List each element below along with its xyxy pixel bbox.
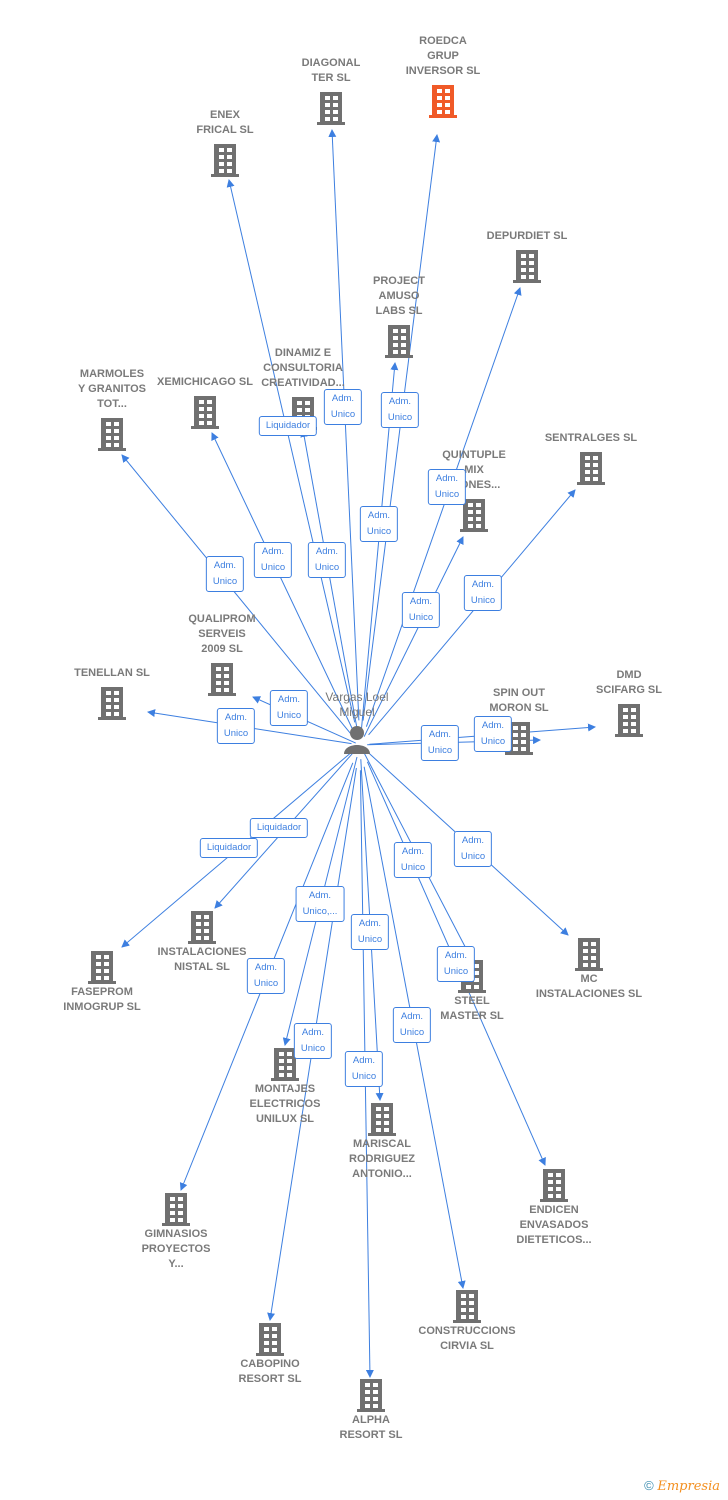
building-icon bbox=[467, 248, 587, 284]
relation-label: Adm. Unico bbox=[463, 575, 503, 611]
relation-label: Adm. Unico bbox=[344, 1051, 384, 1087]
relation-label: Liquidador bbox=[199, 838, 259, 858]
relation-label: Adm. Unico,... bbox=[295, 886, 345, 922]
relation-label: Adm. Unico bbox=[401, 592, 441, 628]
brand-logo: Empresia bbox=[657, 1479, 720, 1494]
relation-label: Adm. Unico bbox=[473, 716, 513, 752]
company-node[interactable]: DMD SCIFARG SL bbox=[569, 668, 689, 738]
building-icon bbox=[142, 909, 262, 945]
company-node[interactable]: ENEX FRICAL SL bbox=[165, 108, 285, 178]
relation-label: Adm. Unico bbox=[380, 392, 420, 428]
company-node[interactable]: ALPHA RESORT SL bbox=[311, 1373, 431, 1443]
building-icon bbox=[271, 90, 391, 126]
company-name: TENELLAN SL bbox=[74, 667, 150, 679]
center-person-node[interactable]: Vargas Loel Miguel bbox=[297, 690, 417, 754]
person-name: Vargas Loel Miguel bbox=[325, 690, 389, 719]
relation-label: Adm. Unico bbox=[216, 708, 256, 744]
company-name: ROEDCA GRUP INVERSOR SL bbox=[405, 35, 481, 77]
copyright-symbol: © bbox=[644, 1478, 654, 1493]
company-node[interactable]: DIAGONAL TER SL bbox=[271, 56, 391, 126]
relation-label: Adm. Unico bbox=[293, 1023, 333, 1059]
building-icon bbox=[52, 416, 172, 452]
building-icon bbox=[311, 1377, 431, 1413]
company-node[interactable]: QUALIPROM SERVEIS 2009 SL bbox=[162, 612, 282, 697]
building-icon bbox=[407, 1288, 527, 1324]
company-node[interactable]: DEPURDIET SL bbox=[467, 229, 587, 284]
relation-label: Adm. Unico bbox=[205, 556, 245, 592]
building-icon bbox=[210, 1321, 330, 1357]
building-icon bbox=[383, 83, 503, 119]
company-name: DIAGONAL TER SL bbox=[301, 57, 361, 84]
company-name: SPIN OUT MORON SL bbox=[489, 687, 549, 714]
company-name: ENEX FRICAL SL bbox=[196, 109, 254, 136]
relation-label: Adm. Unico bbox=[427, 469, 467, 505]
company-name: PROJECT AMUSO LABS SL bbox=[373, 275, 425, 317]
company-name: SENTRALGES SL bbox=[544, 432, 638, 444]
building-icon bbox=[531, 450, 651, 486]
relation-label: Liquidador bbox=[258, 416, 318, 436]
company-node[interactable]: MC INSTALACIONES SL bbox=[529, 932, 649, 1002]
relation-label: Adm. Unico bbox=[253, 542, 293, 578]
footer-brand: © Empresia bbox=[644, 1478, 720, 1494]
company-node[interactable]: TENELLAN SL bbox=[52, 666, 172, 721]
relation-label: Adm. Unico bbox=[420, 725, 460, 761]
building-icon bbox=[494, 1167, 614, 1203]
relation-label: Adm. Unico bbox=[350, 914, 390, 950]
company-name: DEPURDIET SL bbox=[486, 230, 568, 242]
relation-label: Adm. Unico bbox=[436, 946, 476, 982]
company-name: ENDICEN ENVASADOS DIETETICOS... bbox=[516, 1204, 592, 1246]
building-icon bbox=[569, 702, 689, 738]
building-icon bbox=[52, 685, 172, 721]
company-node[interactable]: INSTALACIONES NISTAL SL bbox=[142, 905, 262, 975]
company-name: DMD SCIFARG SL bbox=[595, 669, 662, 696]
company-name: MC INSTALACIONES SL bbox=[535, 973, 643, 1000]
building-icon bbox=[529, 936, 649, 972]
company-node[interactable]: ENDICEN ENVASADOS DIETETICOS... bbox=[494, 1163, 614, 1248]
company-name: INSTALACIONES NISTAL SL bbox=[157, 946, 247, 973]
person-icon bbox=[344, 726, 370, 754]
relation-label: Adm. Unico bbox=[307, 542, 347, 578]
company-name: CONSTRUCCIONS CIRVIA SL bbox=[418, 1325, 516, 1352]
company-node[interactable]: GIMNASIOS PROYECTOS Y... bbox=[116, 1187, 236, 1272]
relation-label: Adm. Unico bbox=[393, 842, 433, 878]
relation-label: Adm. Unico bbox=[246, 958, 286, 994]
building-icon bbox=[165, 142, 285, 178]
company-node[interactable]: SENTRALGES SL bbox=[531, 431, 651, 486]
relation-label: Adm. Unico bbox=[392, 1007, 432, 1043]
company-node[interactable]: CONSTRUCCIONS CIRVIA SL bbox=[407, 1284, 527, 1354]
company-node[interactable]: MARMOLES Y GRANITOS TOT... bbox=[52, 367, 172, 452]
building-icon bbox=[322, 1101, 442, 1137]
building-icon bbox=[162, 661, 282, 697]
relation-label: Liquidador bbox=[249, 818, 309, 838]
company-name: ALPHA RESORT SL bbox=[339, 1414, 403, 1441]
company-name: GIMNASIOS PROYECTOS Y... bbox=[141, 1228, 211, 1270]
edge-line bbox=[300, 429, 359, 733]
company-name: MARISCAL RODRIGUEZ ANTONIO... bbox=[349, 1138, 415, 1180]
company-node[interactable]: MARISCAL RODRIGUEZ ANTONIO... bbox=[322, 1097, 442, 1182]
building-icon bbox=[116, 1191, 236, 1227]
company-name: FASEPROM INMOGRUP SL bbox=[63, 986, 141, 1013]
company-node[interactable]: ROEDCA GRUP INVERSOR SL bbox=[383, 34, 503, 119]
relation-label: Adm. Unico bbox=[453, 831, 493, 867]
company-name: MARMOLES Y GRANITOS TOT... bbox=[77, 368, 147, 410]
network-diagram: Vargas Loel Miguel © Empresia ROEDCA GRU… bbox=[0, 0, 728, 1500]
relation-label: Adm. Unico bbox=[359, 506, 399, 542]
company-name: QUALIPROM SERVEIS 2009 SL bbox=[188, 613, 256, 655]
relation-label: Adm. Unico bbox=[269, 690, 309, 726]
